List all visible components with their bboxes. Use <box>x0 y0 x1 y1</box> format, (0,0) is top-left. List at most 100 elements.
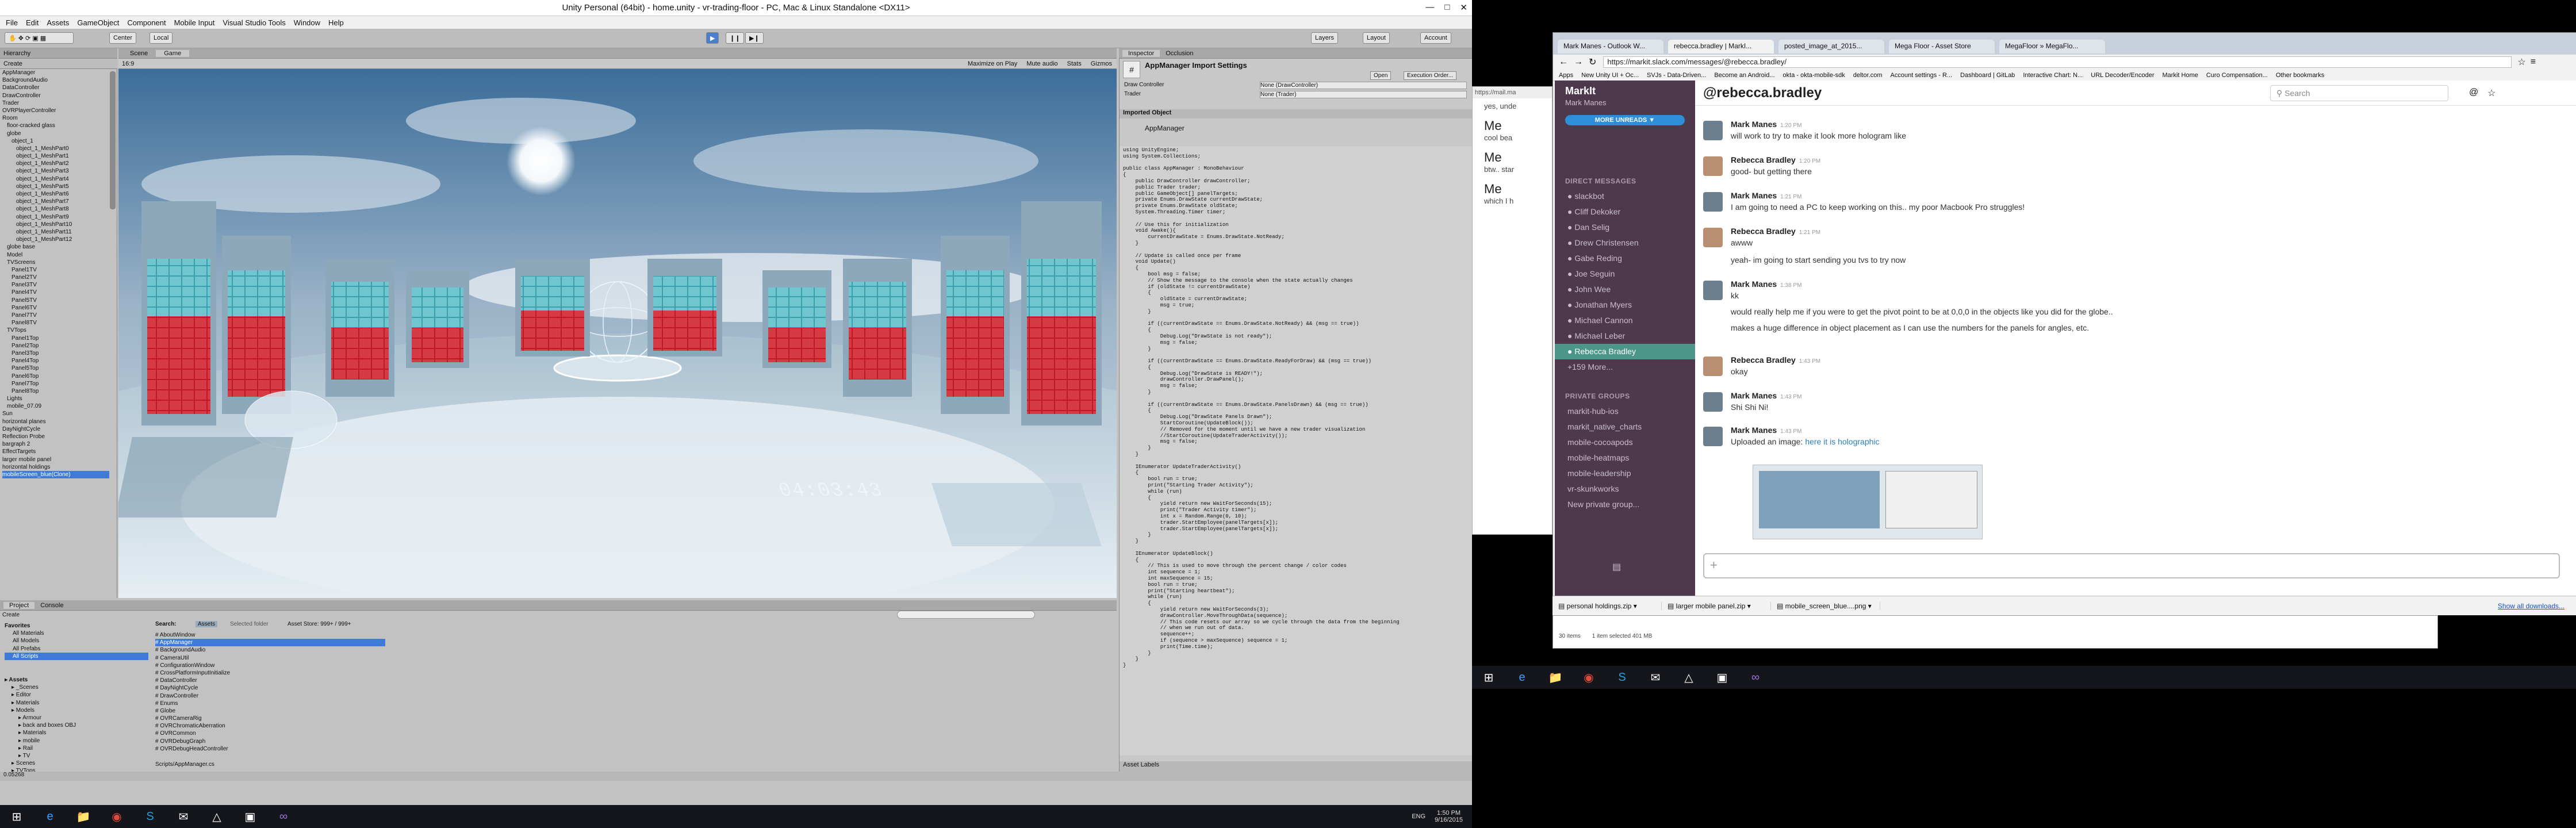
show-all-downloads[interactable]: Show all downloads... <box>2498 602 2564 610</box>
hierarchy-item[interactable]: Trader <box>2 99 109 107</box>
hierarchy-item[interactable]: Sun <box>2 410 109 417</box>
dm-item[interactable]: ● slackbot <box>1555 189 1695 204</box>
download-item[interactable]: ▤ larger mobile panel.zip ▾ <box>1662 601 1771 610</box>
tab-occlusion[interactable]: Occlusion <box>1160 50 1199 57</box>
download-item[interactable]: ▤ mobile_screen_blue....png ▾ <box>1771 601 1880 610</box>
hierarchy-item[interactable]: DataController <box>2 84 109 91</box>
hierarchy-item[interactable]: Panel3Top <box>2 350 109 357</box>
group-item[interactable]: New private group... <box>1555 497 1695 512</box>
quick-switcher-icon[interactable]: ▤ <box>1612 561 1621 573</box>
step-button[interactable]: ▶❙ <box>745 32 764 44</box>
favorite-item[interactable]: All Scripts <box>5 652 148 660</box>
address-bar[interactable]: https://markit.slack.com/messages/@rebec… <box>1603 56 2512 68</box>
group-item[interactable]: markit-hub-ios <box>1555 404 1695 419</box>
hierarchy-item[interactable]: Panel6TV <box>2 304 109 312</box>
project-file[interactable]: # DayNightCycle <box>155 684 385 692</box>
chrome-icon-right[interactable]: ◉ <box>1579 668 1598 687</box>
dm-item[interactable]: ● Michael Cannon <box>1555 313 1695 328</box>
project-file[interactable]: # Globe <box>155 707 385 715</box>
project-file[interactable]: # CrossPlatformInputInitialize <box>155 669 385 677</box>
hierarchy-item[interactable]: Panel6Top <box>2 373 109 380</box>
maximize-on-play[interactable]: Maximize on Play <box>963 60 1022 67</box>
hierarchy-item[interactable]: Panel3TV <box>2 281 109 289</box>
project-create-button[interactable]: Create <box>2 612 20 618</box>
message-author[interactable]: Rebecca Bradley <box>1731 227 1796 236</box>
chrome-icon[interactable]: ◉ <box>107 807 126 826</box>
menu-visual-studio-tools[interactable]: Visual Studio Tools <box>223 18 285 27</box>
channel-title[interactable]: @rebecca.bradley <box>1703 85 1822 101</box>
avatar[interactable] <box>1703 192 1723 212</box>
skype-icon-right[interactable]: S <box>1612 668 1632 687</box>
hierarchy-item[interactable]: Panel7Top <box>2 380 109 388</box>
hierarchy-item[interactable]: object_1_MeshPart2 <box>2 160 109 167</box>
project-search-input[interactable] <box>897 611 1035 619</box>
field-draw-controller-value[interactable]: None (DrawController) <box>1260 82 1467 89</box>
avatar[interactable] <box>1703 156 1723 176</box>
favorite-item[interactable]: All Materials <box>5 630 148 637</box>
project-file[interactable]: # ConfigurationWindow <box>155 662 385 669</box>
hierarchy-item[interactable]: Panel8Top <box>2 388 109 395</box>
favorite-item[interactable]: All Models <box>5 637 148 645</box>
mentions-icon[interactable]: @ <box>2469 87 2478 98</box>
hierarchy-item[interactable]: BackgroundAudio <box>2 76 109 84</box>
menu-edit[interactable]: Edit <box>26 18 39 27</box>
outlook-icon-right[interactable]: ✉ <box>1646 668 1665 687</box>
hierarchy-item[interactable]: floor-cracked glass <box>2 122 109 129</box>
project-file[interactable]: # OVRDebugGraph <box>155 738 385 745</box>
hierarchy-item[interactable]: object_1_MeshPart10 <box>2 221 109 228</box>
folder-item[interactable]: ▸ Materials <box>5 699 148 707</box>
tab-console[interactable]: Console <box>34 602 69 609</box>
favorites-header[interactable]: Favorites <box>5 622 148 630</box>
hierarchy-item[interactable]: Reflection Probe <box>2 433 109 440</box>
project-file[interactable]: # OVRChromaticAberration <box>155 722 385 730</box>
start-icon[interactable]: ⊞ <box>7 807 26 826</box>
uploaded-image-thumbnail[interactable] <box>1753 465 1983 539</box>
hierarchy-item[interactable]: Panel8TV <box>2 319 109 327</box>
monitor-icon-right[interactable]: ▣ <box>1712 668 1732 687</box>
skype-icon[interactable]: S <box>140 807 160 826</box>
menu-assets[interactable]: Assets <box>47 18 69 27</box>
folder-item[interactable]: ▸ Armour <box>5 714 148 722</box>
visual-studio-icon[interactable]: ∞ <box>274 807 293 826</box>
center-toggle[interactable]: Center <box>109 32 137 44</box>
group-item[interactable]: mobile-cocoapods <box>1555 435 1695 450</box>
bookmark-item[interactable]: New Unity UI + Oc... <box>1581 72 1639 79</box>
hierarchy-item[interactable]: mobileScreen_blue(Clone) <box>2 470 109 479</box>
hierarchy-item[interactable]: object_1 <box>2 137 109 145</box>
search-selected-folder[interactable]: Selected folder <box>230 621 269 627</box>
project-file[interactable]: # OVRCameraRig <box>155 715 385 722</box>
message-author[interactable]: Mark Manes <box>1731 191 1777 200</box>
aspect-dropdown[interactable]: 16:9 <box>122 60 134 67</box>
menu-window[interactable]: Window <box>294 18 320 27</box>
hierarchy-item[interactable]: object_1_MeshPart11 <box>2 228 109 236</box>
bookmark-item[interactable]: SVJs - Data-Driven... <box>1647 72 1706 79</box>
hierarchy-item[interactable]: globe base <box>2 243 109 251</box>
message-author[interactable]: Mark Manes <box>1731 425 1777 435</box>
execution-order-button[interactable]: Execution Order... <box>1404 71 1457 80</box>
message-author[interactable]: Mark Manes <box>1731 279 1777 289</box>
pause-button[interactable]: ❙❙ <box>726 32 745 44</box>
hierarchy-item[interactable]: AppManager <box>2 69 109 76</box>
avatar[interactable] <box>1703 427 1723 446</box>
ie-icon-right[interactable]: e <box>1512 668 1532 687</box>
message-author[interactable]: Mark Manes <box>1731 120 1777 129</box>
attach-plus-icon[interactable]: + <box>1710 558 1718 573</box>
file-explorer-icon-right[interactable]: 📁 <box>1546 668 1565 687</box>
favorite-item[interactable]: All Prefabs <box>5 645 148 653</box>
gizmos-toggle[interactable]: Gizmos <box>1086 60 1117 67</box>
clock[interactable]: 1:50 PM 9/16/2015 <box>1435 810 1463 823</box>
hierarchy-item[interactable]: object_1_MeshPart6 <box>2 190 109 198</box>
start-icon-right[interactable]: ⊞ <box>1479 668 1498 687</box>
monitor-icon[interactable]: ▣ <box>240 807 260 826</box>
dm-item[interactable]: ● Drew Christensen <box>1555 235 1695 251</box>
avatar[interactable] <box>1703 121 1723 140</box>
menu-icon[interactable]: ≡ <box>2531 57 2536 67</box>
project-file[interactable]: # AppManager <box>155 639 385 647</box>
dm-item[interactable]: ● Cliff Dekoker <box>1555 204 1695 220</box>
hierarchy-item[interactable]: bargraph 2 <box>2 440 109 448</box>
hierarchy-scrollbar[interactable] <box>110 71 116 209</box>
chrome-tab[interactable]: rebecca.bradley | MarkI... <box>1668 40 1774 53</box>
hierarchy-item[interactable]: Panel4TV <box>2 289 109 296</box>
hierarchy-item[interactable]: Panel5TV <box>2 297 109 304</box>
hierarchy-item[interactable]: object_1_MeshPart8 <box>2 205 109 213</box>
